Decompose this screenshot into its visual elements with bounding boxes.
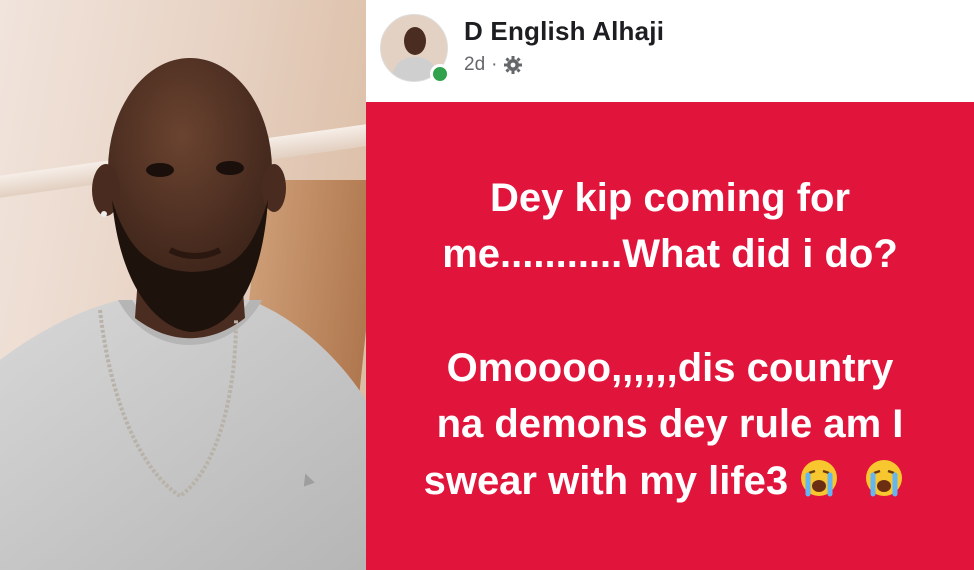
- post-text-line-3: Omoooo,,,,,,dis country: [446, 346, 894, 390]
- post-text-line-5: swear with my life3: [423, 459, 789, 503]
- loudly-crying-face-icon: [866, 460, 903, 497]
- post-text-background: Dey kip coming for me...........What did…: [366, 102, 974, 570]
- person-illustration: ▲: [0, 58, 366, 570]
- post-timestamp[interactable]: 2d: [464, 54, 485, 76]
- post-text-line-1: Dey kip coming for: [489, 176, 851, 220]
- post-header: D English Alhaji 2d ·: [366, 0, 974, 102]
- facebook-post: D English Alhaji 2d · Dey kip coming for…: [366, 0, 974, 570]
- loudly-crying-face-icon: [801, 460, 838, 497]
- meta-separator: ·: [491, 54, 498, 75]
- post-meta: 2d ·: [464, 54, 523, 76]
- post-text-line-2: me...........What did i do?: [442, 232, 898, 276]
- online-status-dot: [430, 64, 450, 84]
- post-text-line-4: na demons dey rule am I: [436, 402, 904, 446]
- author-name[interactable]: D English Alhaji: [464, 16, 664, 47]
- profile-photo: ▲: [0, 0, 366, 570]
- gear-icon[interactable]: [503, 55, 523, 75]
- post-text-line-5-row: swear with my life3: [360, 458, 968, 503]
